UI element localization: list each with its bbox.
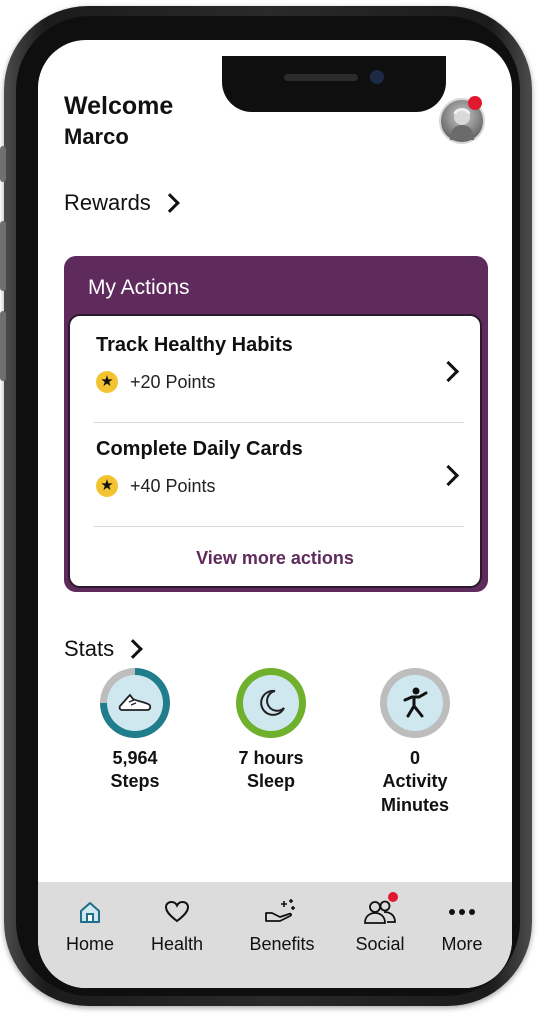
people-icon <box>364 900 396 924</box>
phone-notch <box>222 56 446 112</box>
action-item-complete-daily-cards[interactable]: Complete Daily Cards ★ +40 Points <box>96 438 462 497</box>
stat-icon-wrap <box>107 675 163 731</box>
rewards-link[interactable]: Rewards <box>64 190 180 216</box>
stat-value: 0 <box>409 748 420 768</box>
action-title: Complete Daily Cards <box>96 438 303 460</box>
front-camera <box>370 70 384 84</box>
divider <box>94 422 464 423</box>
nav-item-health[interactable]: Health <box>133 898 221 955</box>
user-name: Marco <box>64 124 129 149</box>
nav-label: Health <box>150 934 204 954</box>
hand-sparkle-icon <box>265 899 295 922</box>
stat-label: Steps <box>110 771 160 791</box>
chevron-right-icon <box>159 193 180 213</box>
stat-value: 5,964 <box>112 748 158 768</box>
stat-sleep[interactable]: 7 hours Sleep <box>206 668 336 793</box>
side-button-volume-up <box>0 221 6 291</box>
divider <box>94 526 464 527</box>
welcome-heading: Welcome <box>64 92 174 120</box>
nav-item-benefits[interactable]: Benefits <box>238 898 326 955</box>
rewards-label: Rewards <box>64 190 151 215</box>
side-button-mute <box>0 146 6 182</box>
speaker-grille <box>284 74 358 81</box>
nav-label: Social <box>355 934 405 954</box>
action-points: ★ +20 Points <box>96 371 462 393</box>
star-icon: ★ <box>96 475 118 497</box>
stat-steps[interactable]: 5,964 Steps <box>70 668 200 793</box>
stats-label: Stats <box>64 636 115 661</box>
nav-item-social[interactable]: Social <box>336 892 424 955</box>
view-more-actions-link[interactable]: View more actions <box>70 548 480 569</box>
app-screen: Welcome Marco Rewards My Actions Track H… <box>38 40 512 988</box>
nav-item-more[interactable]: More <box>418 898 506 955</box>
my-actions-title: My Actions <box>88 276 190 299</box>
stat-label: Sleep <box>246 771 296 791</box>
notification-dot <box>468 96 482 110</box>
stats-link[interactable]: Stats <box>64 636 144 662</box>
notification-dot <box>388 892 398 902</box>
chevron-right-icon <box>123 639 144 659</box>
stat-icon-wrap <box>243 675 299 731</box>
activity-progress-ring <box>380 668 450 738</box>
points-label: +20 Points <box>130 371 216 392</box>
more-dots-icon <box>449 909 475 915</box>
home-icon <box>80 902 100 923</box>
my-actions-card: My Actions Track Healthy Habits ★ +20 Po… <box>64 256 488 592</box>
action-title: Track Healthy Habits <box>96 334 293 356</box>
stat-icon-wrap <box>387 675 443 731</box>
points-label: +40 Points <box>130 475 216 496</box>
nav-label: Benefits <box>249 934 315 954</box>
steps-progress-ring <box>100 668 170 738</box>
star-icon: ★ <box>96 371 118 393</box>
running-person-icon <box>403 687 428 718</box>
stat-value: 7 hours <box>238 748 304 768</box>
sleep-progress-ring <box>236 668 306 738</box>
side-button-volume-down <box>0 311 6 381</box>
bottom-nav-bar: Home Health Benefits Social More <box>38 882 512 988</box>
heart-icon <box>164 900 190 923</box>
nav-label: More <box>441 934 483 954</box>
my-actions-list: Track Healthy Habits ★ +20 Points Comple… <box>68 314 482 588</box>
nav-label: Home <box>65 934 114 954</box>
shoe-icon <box>118 693 152 711</box>
action-item-track-healthy-habits[interactable]: Track Healthy Habits ★ +20 Points <box>96 334 462 393</box>
moon-icon <box>260 689 285 716</box>
stat-activity-minutes[interactable]: 0 Activity Minutes <box>350 668 480 817</box>
nav-item-home[interactable]: Home <box>46 898 134 955</box>
stat-label: Activity Minutes <box>380 771 449 815</box>
action-points: ★ +40 Points <box>96 475 462 497</box>
